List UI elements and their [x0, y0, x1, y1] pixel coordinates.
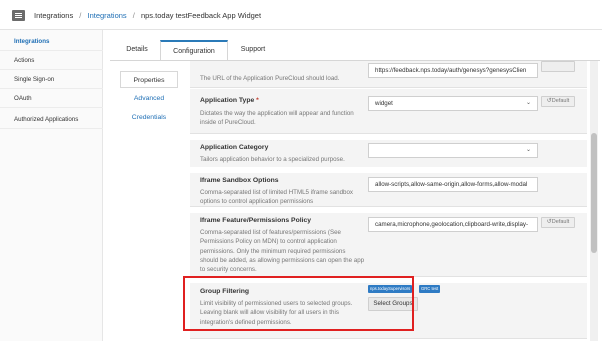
required-mark: * [256, 97, 259, 104]
sidebar-item-single-sign-on[interactable]: Single Sign-on [0, 70, 103, 89]
application-url-input[interactable]: https://feedback.nps.today/auth/genesys?… [368, 63, 538, 78]
sidebar: Integrations Actions Single Sign-on OAut… [0, 30, 103, 341]
application-type-select[interactable]: widget ⌄ [368, 96, 538, 111]
setting-label-text: Application Type [200, 97, 255, 104]
setting-row-iframe-permissions: Iframe Feature/Permissions Policy Comma-… [190, 207, 587, 277]
breadcrumb-separator: / [79, 11, 82, 20]
iframe-permissions-input[interactable]: camera,microphone,geolocation,clipboard-… [368, 217, 538, 232]
sidebar-item-actions[interactable]: Actions [0, 51, 103, 70]
sidebar-item-integrations[interactable]: Integrations [0, 32, 103, 51]
setting-description: Comma-separated list of features/permiss… [200, 229, 365, 274]
breadcrumb-separator: / [132, 11, 135, 20]
tab-support[interactable]: Support [230, 40, 276, 60]
setting-description: Tailors application behavior to a specia… [200, 156, 345, 163]
setting-label: Iframe Feature/Permissions Policy [200, 217, 312, 224]
setting-row-iframe-sandbox: Iframe Sandbox Options Comma-separated l… [190, 167, 587, 207]
subtab-credentials[interactable]: Credentials [120, 109, 178, 126]
sub-tab-list: Properties Advanced Credentials [110, 61, 180, 341]
setting-label: Application Type * [200, 97, 259, 104]
setting-label: Application Category [200, 144, 269, 151]
default-button[interactable] [541, 61, 575, 72]
breadcrumb-current: nps.today testFeedback App Widget [140, 11, 262, 20]
application-category-select[interactable]: ⌄ [368, 143, 538, 158]
sidebar-item-oauth[interactable]: OAuth [0, 89, 103, 108]
default-button[interactable]: ↺Default [541, 96, 575, 107]
default-button[interactable]: ↺Default [541, 217, 575, 228]
menu-icon[interactable] [12, 10, 25, 21]
highlight-annotation [183, 276, 414, 331]
tab-details[interactable]: Details [115, 40, 159, 60]
subtab-advanced[interactable]: Advanced [120, 90, 178, 107]
breadcrumb-parent[interactable]: Integrations [87, 11, 126, 20]
settings-scrollbar[interactable] [590, 61, 598, 341]
top-bar: Integrations / Integrations / nps.today … [0, 0, 602, 30]
sidebar-item-authorized-applications[interactable]: Authorized Applications [0, 110, 103, 129]
application-type-value: widget [375, 100, 393, 107]
setting-description: Dictates the way the application will ap… [200, 110, 354, 127]
setting-description: The URL of the Application PureCloud sho… [200, 75, 340, 82]
setting-row-application-type: Application Type * Dictates the way the … [190, 89, 587, 134]
breadcrumb-root[interactable]: Integrations [34, 11, 73, 20]
scrollbar-thumb[interactable] [591, 133, 597, 253]
iframe-sandbox-input[interactable]: allow-scripts,allow-same-origin,allow-fo… [368, 177, 538, 192]
chevron-down-icon: ⌄ [525, 100, 531, 106]
group-tag[interactable]: GRC test [419, 285, 441, 293]
default-label: Default [551, 219, 570, 225]
setting-row-application-category: Application Category Tailors application… [190, 134, 587, 168]
breadcrumb: Integrations / Integrations / nps.today … [34, 11, 261, 20]
subtab-properties[interactable]: Properties [120, 71, 178, 88]
setting-label: Iframe Sandbox Options [200, 177, 279, 184]
setting-description: Comma-separated list of limited HTML5 if… [200, 189, 354, 206]
setting-row-application-url: The URL of the Application PureCloud sho… [190, 61, 587, 88]
default-label: Default [551, 98, 570, 104]
tab-configuration[interactable]: Configuration [160, 40, 228, 60]
chevron-down-icon: ⌄ [525, 147, 531, 153]
